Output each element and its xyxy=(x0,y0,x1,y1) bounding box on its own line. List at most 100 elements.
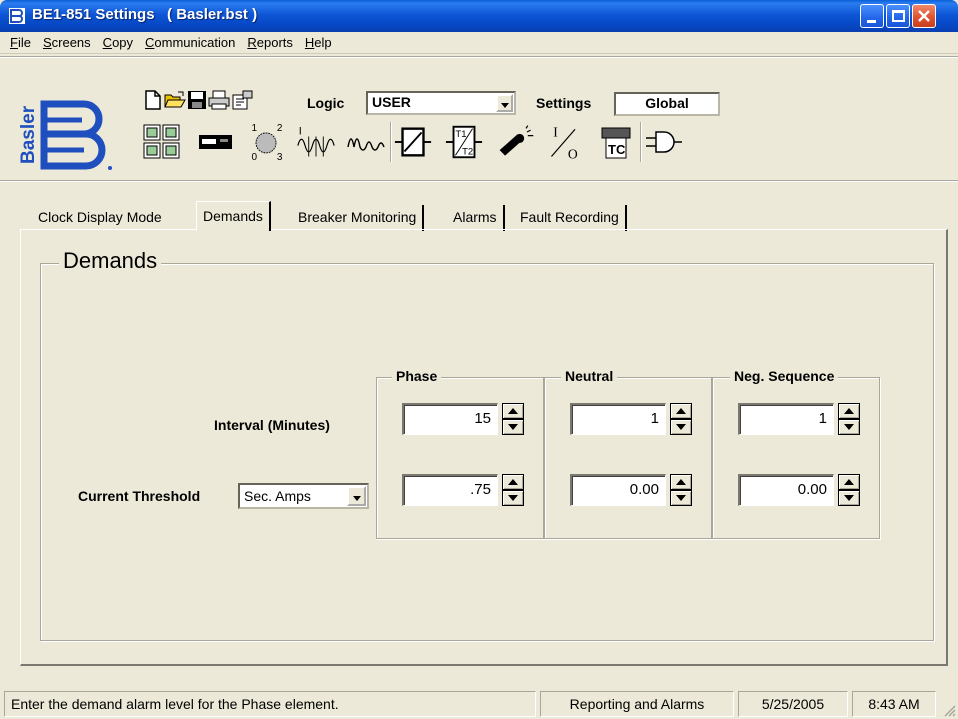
print-icon xyxy=(208,90,230,110)
spin-down-icon[interactable] xyxy=(670,419,692,435)
spin-up-icon[interactable] xyxy=(502,403,524,419)
svg-text:T1: T1 xyxy=(455,129,466,140)
tab-alarms[interactable]: Alarms xyxy=(447,205,505,231)
tab-clock-display-mode[interactable]: Clock Display Mode xyxy=(32,205,168,231)
menu-bar: File Screens Copy Communication Reports … xyxy=(0,32,958,54)
neg-sequence-threshold-spinner[interactable] xyxy=(838,474,860,506)
io-grid-button[interactable] xyxy=(138,122,186,162)
menu-help[interactable]: Help xyxy=(299,35,338,50)
close-icon xyxy=(918,10,930,22)
logic-select[interactable]: USER xyxy=(366,91,516,115)
tc-terminal-button[interactable]: TC xyxy=(596,122,636,162)
demands-group-title: Demands xyxy=(59,248,162,274)
menu-reports[interactable]: Reports xyxy=(241,35,299,50)
spin-down-icon[interactable] xyxy=(838,419,860,435)
harmonic-waveform-button[interactable]: I xyxy=(296,122,336,162)
svg-text:I: I xyxy=(299,126,302,138)
spin-down-icon[interactable] xyxy=(502,419,524,435)
svg-text:3: 3 xyxy=(277,152,283,163)
minimize-icon xyxy=(867,20,876,23)
properties-button[interactable] xyxy=(231,89,253,111)
spin-up-icon[interactable] xyxy=(838,474,860,490)
toolbar-divider-bottom xyxy=(0,180,958,182)
status-bar: Enter the demand alarm level for the Pha… xyxy=(0,689,958,719)
io-switch-icon: I O xyxy=(551,125,578,161)
spin-up-icon[interactable] xyxy=(838,403,860,419)
title-bar[interactable]: BE1-851 Settings ( Basler.bst ) xyxy=(0,0,958,32)
phase-interval-input[interactable]: 15 xyxy=(402,403,498,435)
tab-fault-recording[interactable]: Fault Recording xyxy=(514,205,627,231)
menu-divider xyxy=(0,56,958,58)
resize-grip-icon[interactable] xyxy=(942,703,956,717)
spin-down-icon[interactable] xyxy=(838,490,860,506)
phase-column-title: Phase xyxy=(392,368,442,384)
logic-gate-button[interactable] xyxy=(644,122,684,162)
phase-threshold-input[interactable]: .75 xyxy=(402,474,498,506)
open-folder-icon xyxy=(164,91,186,108)
settings-value: Global xyxy=(614,92,720,116)
io-switch-button[interactable]: I O xyxy=(546,122,586,162)
threshold-unit-select[interactable]: Sec. Amps xyxy=(238,483,369,509)
menu-screens[interactable]: Screens xyxy=(37,35,97,50)
spin-down-icon[interactable] xyxy=(670,490,692,506)
neutral-threshold-input[interactable]: 0.00 xyxy=(570,474,666,506)
tab-breaker-monitoring[interactable]: Breaker Monitoring xyxy=(292,205,425,231)
pulse-waveform-icon xyxy=(347,138,385,151)
spin-up-icon[interactable] xyxy=(670,403,692,419)
status-date: 5/25/2005 xyxy=(738,691,848,717)
chevron-down-icon[interactable] xyxy=(496,94,513,112)
menu-file[interactable]: File xyxy=(4,35,37,50)
window-title: BE1-851 Settings ( Basler.bst ) xyxy=(32,6,258,23)
neutral-threshold-spinner[interactable] xyxy=(670,474,692,506)
basler-logo: Basler xyxy=(18,100,112,170)
svg-text:1: 1 xyxy=(251,123,257,134)
phase-threshold-spinner[interactable] xyxy=(502,474,524,506)
spin-up-icon[interactable] xyxy=(502,474,524,490)
save-disk-icon xyxy=(188,91,206,109)
spin-up-icon[interactable] xyxy=(670,474,692,490)
svg-text:I: I xyxy=(553,125,558,140)
status-time: 8:43 AM xyxy=(852,691,936,717)
basler-app-icon xyxy=(9,8,25,24)
toolbar-divider-2 xyxy=(640,122,642,162)
relay-device-icon xyxy=(199,135,232,149)
chevron-down-icon[interactable] xyxy=(347,486,366,506)
spin-down-icon[interactable] xyxy=(502,490,524,506)
neg-sequence-interval-input[interactable]: 1 xyxy=(738,403,834,435)
selector-dial-icon: 1 2 0 3 xyxy=(251,123,283,163)
protection-element-button[interactable] xyxy=(393,122,433,162)
svg-text:TC: TC xyxy=(608,142,626,157)
tc-terminal-icon: TC xyxy=(601,127,631,159)
save-button[interactable] xyxy=(186,89,208,111)
breaker-spark-icon xyxy=(499,125,534,156)
new-file-icon xyxy=(145,90,161,110)
pulse-waveform-button[interactable] xyxy=(346,122,386,162)
logic-gate-icon xyxy=(646,131,682,153)
tab-demands[interactable]: Demands xyxy=(196,201,271,231)
neutral-interval-spinner[interactable] xyxy=(670,403,692,435)
menu-communication[interactable]: Communication xyxy=(139,35,241,50)
selector-dial-button[interactable]: 1 2 0 3 xyxy=(246,122,286,163)
neg-sequence-interval-spinner[interactable] xyxy=(838,403,860,435)
open-folder-button[interactable] xyxy=(164,89,186,111)
settings-label: Settings xyxy=(536,95,592,111)
relay-device-button[interactable] xyxy=(196,122,236,162)
t1-t2-timer-button[interactable]: T1 T2 xyxy=(444,122,484,162)
new-file-button[interactable] xyxy=(142,89,164,111)
minimize-button[interactable] xyxy=(860,4,884,28)
status-message: Enter the demand alarm level for the Pha… xyxy=(4,691,536,717)
close-button[interactable] xyxy=(912,4,936,28)
neg-sequence-threshold-input[interactable]: 0.00 xyxy=(738,474,834,506)
protection-element-icon xyxy=(394,127,432,157)
harmonic-waveform-icon: I xyxy=(297,126,335,157)
phase-group xyxy=(376,377,544,539)
breaker-spark-button[interactable] xyxy=(496,122,536,162)
print-button[interactable] xyxy=(208,89,230,111)
menu-copy[interactable]: Copy xyxy=(97,35,139,50)
svg-text:O: O xyxy=(568,146,578,161)
neutral-interval-input[interactable]: 1 xyxy=(570,403,666,435)
status-section: Reporting and Alarms xyxy=(540,691,734,717)
io-grid-icon xyxy=(143,124,180,159)
maximize-button[interactable] xyxy=(886,4,910,28)
phase-interval-spinner[interactable] xyxy=(502,403,524,435)
